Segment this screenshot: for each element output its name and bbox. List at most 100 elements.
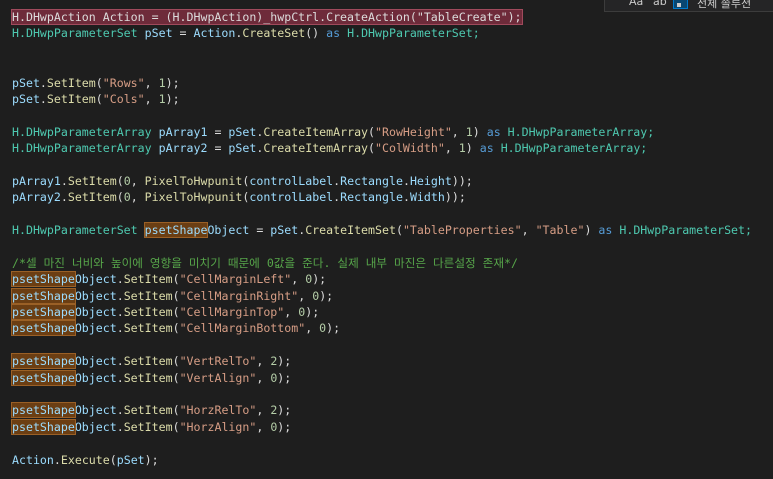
code-line[interactable]	[12, 42, 752, 58]
highlighted-code-token: psetShape	[11, 418, 76, 435]
code-line[interactable]	[12, 157, 752, 173]
code-token: pArray2	[12, 190, 61, 205]
code-token: pSet	[12, 91, 40, 106]
code-line[interactable]	[12, 107, 752, 123]
code-line[interactable]: psetShapeObject.SetItem("CellMarginLeft"…	[11, 271, 752, 288]
code-token: .	[116, 403, 124, 418]
code-line[interactable]: pSet.SetItem("Cols", 1);	[12, 91, 752, 107]
code-line[interactable]: H.DHwpAction Action = (H.DHwpAction)_hwp…	[11, 9, 752, 25]
code-line[interactable]: H.DHwpParameterArray pArray1 = pSet.Crea…	[12, 124, 752, 140]
code-token: .	[116, 419, 124, 434]
code-token: SetItem	[123, 321, 173, 336]
code-token: "CellMarginTop"	[179, 305, 285, 320]
code-token: )	[472, 124, 487, 139]
code-line[interactable]: H.DHwpParameterArray pArray2 = pSet.Crea…	[12, 140, 752, 156]
code-token: Object	[74, 288, 117, 303]
code-token: CreateItemArray	[263, 141, 369, 156]
code-token: Object	[207, 223, 250, 238]
code-token: );	[144, 452, 159, 467]
code-editor[interactable]: H.DHwpAction Action = (H.DHwpAction)_hwp…	[11, 9, 752, 468]
code-line[interactable]: psetShapeObject.SetItem("VertRelTo", 2);	[11, 353, 752, 370]
code-token: H.DHwpParameterSet	[12, 223, 145, 238]
code-token: SetItem	[123, 272, 173, 287]
code-line[interactable]	[12, 206, 752, 222]
code-token: Action	[193, 26, 236, 41]
code-token: Object	[74, 321, 117, 336]
code-token: "TableProperties"	[402, 223, 522, 238]
code-token: ,	[144, 91, 159, 106]
code-token: CreateItemArray	[263, 124, 369, 139]
regex-toggle-icon[interactable]	[673, 0, 688, 9]
code-token: .	[116, 272, 124, 287]
code-token: );	[319, 288, 334, 303]
code-token: SetItem	[46, 75, 96, 90]
code-token: H.DHwpParameterSet;	[340, 26, 480, 41]
code-line[interactable]	[12, 337, 752, 353]
code-line[interactable]	[12, 238, 752, 254]
code-token: SetItem	[123, 403, 173, 418]
highlighted-code-token: psetShape	[11, 353, 76, 370]
code-token: /*셀 마진 너비와 높이에 영향을 미치기 때문에 0값을 준다. 실제 내부…	[12, 255, 518, 270]
code-token: SetItem	[46, 91, 96, 106]
highlighted-code-token: psetShape	[11, 369, 76, 386]
code-token: .	[39, 91, 47, 106]
code-token: (	[395, 223, 403, 238]
code-token: );	[277, 403, 292, 418]
code-token: ,	[305, 321, 320, 336]
code-token: Action	[12, 452, 54, 467]
match-case-toggle[interactable]: Aa	[629, 0, 643, 8]
code-token: PixelToHwpunit	[144, 173, 243, 188]
code-token: ,	[130, 173, 145, 188]
code-token: Object	[74, 403, 117, 418]
highlighted-code-token: psetShape	[11, 402, 76, 419]
code-line[interactable]: pArray1.SetItem(0, PixelToHwpunit(contro…	[12, 173, 752, 189]
code-line[interactable]: H.DHwpParameterSet pSet = Action.CreateS…	[12, 25, 752, 41]
code-line[interactable]: pSet.SetItem("Rows", 1);	[12, 75, 752, 91]
code-token: ,	[521, 223, 536, 238]
code-line[interactable]	[12, 386, 752, 402]
code-line[interactable]: psetShapeObject.SetItem("VertAlign", 0);	[11, 369, 752, 386]
code-token: )	[465, 141, 480, 156]
code-token: =	[207, 124, 229, 139]
code-token: 1	[158, 91, 166, 106]
code-token: (	[116, 173, 124, 188]
highlighted-code-token: psetShape	[11, 320, 76, 337]
code-token: (	[172, 288, 180, 303]
code-token: );	[277, 370, 292, 385]
code-line[interactable]: H.DHwpParameterSet psetShapeObject = pSe…	[12, 222, 752, 239]
code-line[interactable]: psetShapeObject.SetItem("HorzAlign", 0);	[11, 418, 752, 435]
code-token: .	[116, 354, 124, 369]
code-token: 0	[123, 190, 131, 205]
code-token: (	[95, 75, 103, 90]
code-token: pArray1	[12, 173, 61, 188]
code-line[interactable]	[12, 435, 752, 451]
code-token: SetItem	[67, 173, 117, 188]
code-line[interactable]	[12, 58, 752, 74]
code-token: .	[402, 173, 410, 188]
code-token: CreateItemSet	[305, 223, 396, 238]
whole-word-toggle[interactable]: ab	[653, 0, 667, 8]
code-token: Rectangle	[340, 190, 403, 205]
code-token: );	[277, 354, 292, 369]
code-line[interactable]: pArray2.SetItem(0, PixelToHwpunit(contro…	[12, 189, 752, 205]
highlighted-code-token: H.DHwpAction Action = (H.DHwpAction)_hwp…	[11, 9, 523, 25]
code-token: SetItem	[123, 305, 173, 320]
code-token: PixelToHwpunit	[144, 190, 243, 205]
code-token: ));	[444, 190, 466, 205]
code-token: ,	[256, 403, 271, 418]
code-line[interactable]: psetShapeObject.SetItem("CellMarginRight…	[11, 287, 752, 304]
code-line[interactable]: Action.Execute(pSet);	[12, 452, 752, 468]
code-token: "CellMarginBottom"	[179, 321, 306, 336]
code-token: (	[172, 272, 180, 287]
code-token: =	[172, 26, 194, 41]
code-line[interactable]: psetShapeObject.SetItem("CellMarginBotto…	[11, 320, 752, 337]
code-token: pArray1	[158, 124, 208, 139]
code-line[interactable]: psetShapeObject.SetItem("CellMarginTop",…	[11, 304, 752, 321]
code-token: as	[598, 223, 613, 238]
code-token: );	[165, 75, 180, 90]
code-token: H.DHwpParameterArray	[12, 124, 159, 139]
code-line[interactable]: /*셀 마진 너비와 높이에 영향을 미치기 때문에 0값을 준다. 실제 내부…	[12, 255, 752, 271]
code-line[interactable]: psetShapeObject.SetItem("HorzRelTo", 2);	[11, 402, 752, 419]
code-token: 1	[465, 124, 473, 139]
code-token: SetItem	[123, 419, 173, 434]
